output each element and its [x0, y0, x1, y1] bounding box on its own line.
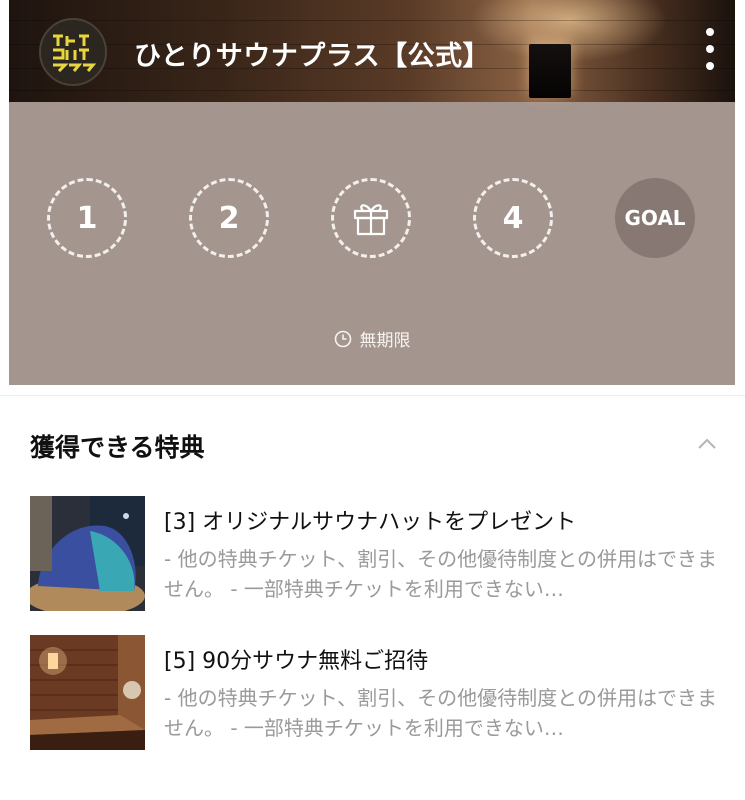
- expiry-info: 無期限: [9, 326, 735, 351]
- sauna-lamp-decor: [529, 44, 571, 98]
- expiry-text: 無期限: [359, 331, 411, 351]
- stamp-label: 2: [218, 200, 240, 236]
- reward-name: [5] 90分サウナ無料ご招待: [164, 649, 429, 674]
- stamp-label: 4: [502, 200, 524, 236]
- reward-name: [3] オリジナルサウナハットをプレゼント: [164, 510, 577, 535]
- stamp-slot-4: 4: [473, 178, 553, 258]
- stamp-slot-1: 1: [47, 178, 127, 258]
- section-divider: [0, 395, 745, 396]
- chevron-up-icon[interactable]: [697, 437, 717, 451]
- clock-icon: [334, 330, 351, 347]
- gift-icon: [353, 204, 389, 236]
- card-header: ひとりサウナプラス【公式】: [9, 0, 735, 102]
- reward-description: - 他の特典チケット、割引、その他優待制度との併用はできません。 - 一部特典チ…: [164, 686, 717, 740]
- stamp-slot-2: 2: [189, 178, 269, 258]
- brand-logo-icon: [39, 18, 107, 86]
- reward-item-sauna-hat[interactable]: [3] オリジナルサウナハットをプレゼント - 他の特典チケット、割引、その他優…: [30, 496, 720, 612]
- sauna-hat-photo: [30, 496, 145, 611]
- reward-item-free-sauna[interactable]: [5] 90分サウナ無料ご招待 - 他の特典チケット、割引、その他優待制度との併…: [30, 635, 720, 751]
- sauna-room-photo: [30, 635, 145, 750]
- kebab-menu-icon[interactable]: [699, 28, 721, 70]
- stamp-label: GOAL: [624, 206, 686, 230]
- reward-description: - 他の特典チケット、割引、その他優待制度との併用はできません。 - 一部特典チ…: [164, 547, 717, 601]
- stamp-slot-goal: GOAL: [615, 178, 695, 258]
- page-title: ひとりサウナプラス【公式】: [134, 41, 491, 72]
- stamp-card: ひとりサウナプラス【公式】 1 2 4 GOAL 無期限: [9, 0, 735, 385]
- rewards-section-title: 獲得できる特典: [30, 433, 205, 462]
- stamp-label: 1: [76, 200, 98, 236]
- stamp-slot-3-reward[interactable]: [331, 178, 411, 258]
